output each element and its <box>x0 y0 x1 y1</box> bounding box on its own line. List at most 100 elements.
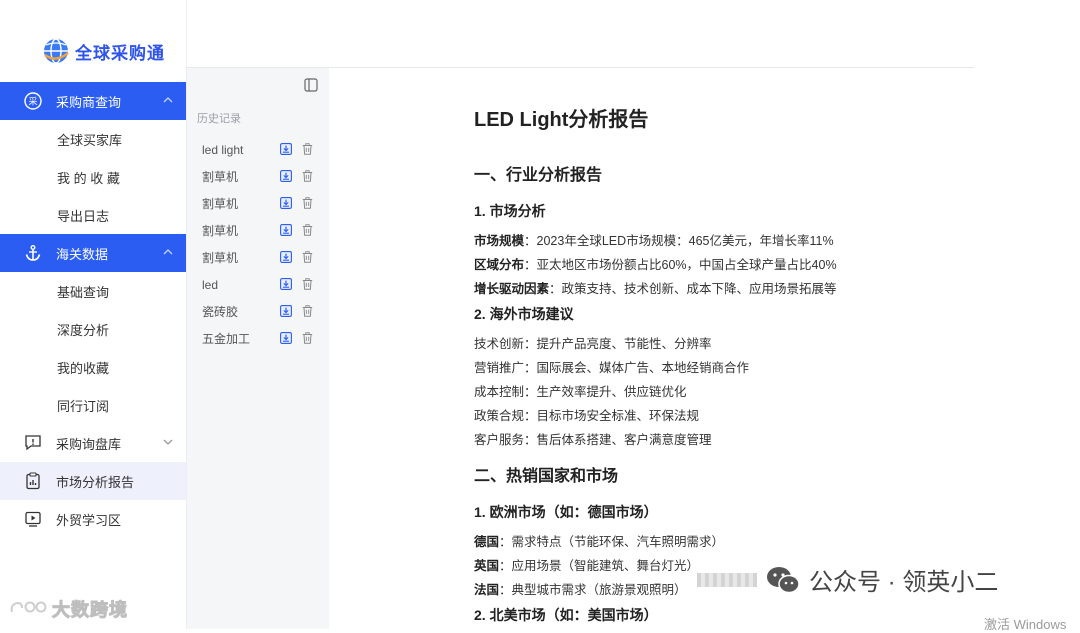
sidebar-item-label: 外贸学习区 <box>56 512 122 528</box>
history-item-label: 割草机 <box>202 224 239 238</box>
sidebar-item-deep-analysis[interactable]: 深度分析 <box>0 310 186 348</box>
download-icon[interactable] <box>280 278 292 290</box>
sidebar-item-my-favorites[interactable]: 我 的 收 藏 <box>0 158 186 196</box>
region-line: 区域分布：亚太地区市场份额占比60%，中国占全球产量占比40% <box>474 254 837 273</box>
section-heading-hot-markets: 二、热销国家和市场 <box>474 468 619 485</box>
sidebar-item-label: 我 的 收 藏 <box>57 170 120 186</box>
anchor-icon <box>24 244 42 262</box>
sidebar-item-buyer-search[interactable]: 采 采购商查询 <box>0 82 186 120</box>
download-icon[interactable] <box>280 143 292 155</box>
history-item[interactable]: 割草机 <box>187 190 329 217</box>
trash-icon[interactable] <box>302 332 313 344</box>
sidebar-item-global-buyers[interactable]: 全球买家库 <box>0 120 186 158</box>
wechat-watermark: 公众号 · 领英小二 <box>697 562 998 597</box>
trash-icon[interactable] <box>302 305 313 317</box>
sidebar-item-label: 市场分析报告 <box>56 474 135 490</box>
report-icon <box>24 472 42 490</box>
sidebar-item-label: 全球买家库 <box>57 132 123 148</box>
trash-icon[interactable] <box>302 143 313 155</box>
sidebar-item-inquiry-library[interactable]: 采购询盘库 <box>0 424 186 462</box>
sidebar-item-label: 我的收藏 <box>57 360 110 376</box>
history-item-label: 割草机 <box>202 197 239 211</box>
sidebar-item-basic-query[interactable]: 基础查询 <box>0 272 186 310</box>
sidebar-item-market-report[interactable]: 市场分析报告 <box>0 462 186 500</box>
history-item-label: led light <box>202 142 244 157</box>
sidebar-item-learning[interactable]: 外贸学习区 <box>0 500 186 538</box>
sidebar-item-customs-data[interactable]: 海关数据 <box>0 234 186 272</box>
trash-icon[interactable] <box>302 224 313 236</box>
bottom-logo-text: 大数跨境 <box>52 600 128 621</box>
germany-line: 德国：需求特点（节能环保、汽车照明需求） <box>474 531 724 550</box>
trash-icon[interactable] <box>302 278 313 290</box>
chevron-down-icon <box>163 439 173 445</box>
advice-line: 客户服务：售后体系搭建、客户满意度管理 <box>474 433 712 447</box>
history-item[interactable]: led <box>187 271 329 298</box>
activate-windows-text: 激活 Windows <box>984 617 1067 632</box>
history-title: 历史记录 <box>197 113 241 125</box>
brand-logo[interactable]: 全球采购通 <box>42 36 165 66</box>
download-icon[interactable] <box>280 332 292 344</box>
download-icon[interactable] <box>280 251 292 263</box>
download-icon[interactable] <box>280 224 292 236</box>
history-item[interactable]: 割草机 <box>187 217 329 244</box>
uk-value: ：应用场景（智能建筑、舞台灯光） <box>499 559 700 573</box>
sidebar-item-label: 导出日志 <box>57 208 110 224</box>
sidebar-item-label: 采购商查询 <box>56 94 122 110</box>
inquiry-icon <box>24 434 42 452</box>
download-icon[interactable] <box>280 197 292 209</box>
sidebar-item-my-collection[interactable]: 我的收藏 <box>0 348 186 386</box>
france-key: 法国 <box>474 583 500 597</box>
sidebar-item-export-log[interactable]: 导出日志 <box>0 196 186 234</box>
drivers-value: ：政策支持、技术创新、成本下降、应用场景拓展等 <box>549 282 837 296</box>
report-title: LED Light分析报告 <box>474 109 649 131</box>
watermark-text: 公众号 · 领英小二 <box>809 569 999 596</box>
uk-key: 英国 <box>474 559 500 573</box>
history-item[interactable]: 割草机 <box>187 163 329 190</box>
drivers-line: 增长驱动因素：政策支持、技术创新、成本下降、应用场景拓展等 <box>474 278 837 297</box>
germany-value: ：需求特点（节能环保、汽车照明需求） <box>499 535 725 549</box>
buyer-search-icon: 采 <box>24 92 42 110</box>
advice-line: 政策合规：目标市场安全标准、环保法规 <box>474 409 700 423</box>
market-size-line: 市场规模：2023年全球LED市场规模：465亿美元，年增长率11% <box>474 230 834 249</box>
sidebar-item-peer-subscription[interactable]: 同行订阅 <box>0 386 186 424</box>
svg-text:采: 采 <box>28 97 37 108</box>
germany-key: 德国 <box>474 535 500 549</box>
advice-line: 成本控制：生产效率提升、供应链优化 <box>474 385 687 399</box>
france-line: 法国：典型城市需求（旅游景观照明） <box>474 579 687 598</box>
sidebar: 全球采购通 采 采购商查询 全球买家库 我 的 收 藏 导出日志 海关数据 基础… <box>0 0 187 629</box>
trash-icon[interactable] <box>302 197 313 209</box>
market-size-key: 市场规模 <box>474 234 525 248</box>
subheading-market-analysis: 1. 市场分析 <box>474 203 546 219</box>
sidebar-item-label: 采购询盘库 <box>56 436 122 452</box>
france-value: ：典型城市需求（旅游景观照明） <box>499 583 687 597</box>
history-item-label: 瓷砖胶 <box>202 305 239 319</box>
bottom-logo-icon <box>10 601 47 613</box>
brand-name: 全球采购通 <box>75 43 165 63</box>
trash-icon[interactable] <box>302 170 313 182</box>
learning-icon <box>24 510 42 528</box>
history-item-label: 割草机 <box>202 170 239 184</box>
collapse-panel-icon[interactable] <box>304 78 318 92</box>
history-panel: 历史记录 led light 割草机 割草机 割草机 割草机 led 瓷砖胶 五金加工 <box>187 68 329 629</box>
history-item[interactable]: 割草机 <box>187 244 329 271</box>
market-size-value: ：2023年全球LED市场规模：465亿美元，年增长率11% <box>524 234 834 248</box>
download-icon[interactable] <box>280 305 292 317</box>
region-key: 区域分布 <box>474 258 525 272</box>
history-item-label: 五金加工 <box>202 332 251 346</box>
region-value: ：亚太地区市场份额占比60%，中国占全球产量占比40% <box>524 258 837 272</box>
history-item[interactable]: 五金加工 <box>187 325 329 352</box>
history-item[interactable]: led light <box>187 136 329 163</box>
drivers-key: 增长驱动因素 <box>474 282 550 296</box>
advice-line: 技术创新：提升产品亮度、节能性、分辨率 <box>474 337 712 351</box>
download-icon[interactable] <box>280 170 292 182</box>
sidebar-menu: 采 采购商查询 全球买家库 我 的 收 藏 导出日志 海关数据 基础查询 深度分… <box>0 82 186 538</box>
history-item-label: led <box>202 277 219 292</box>
subheading-north-america: 2. 北美市场（如：美国市场） <box>474 607 658 623</box>
history-item[interactable]: 瓷砖胶 <box>187 298 329 325</box>
blurred-text <box>697 572 757 587</box>
wechat-icon <box>767 566 800 593</box>
sidebar-item-label: 同行订阅 <box>57 398 110 414</box>
globe-logo-icon <box>44 38 69 64</box>
sidebar-item-label: 深度分析 <box>57 322 110 338</box>
trash-icon[interactable] <box>302 251 313 263</box>
